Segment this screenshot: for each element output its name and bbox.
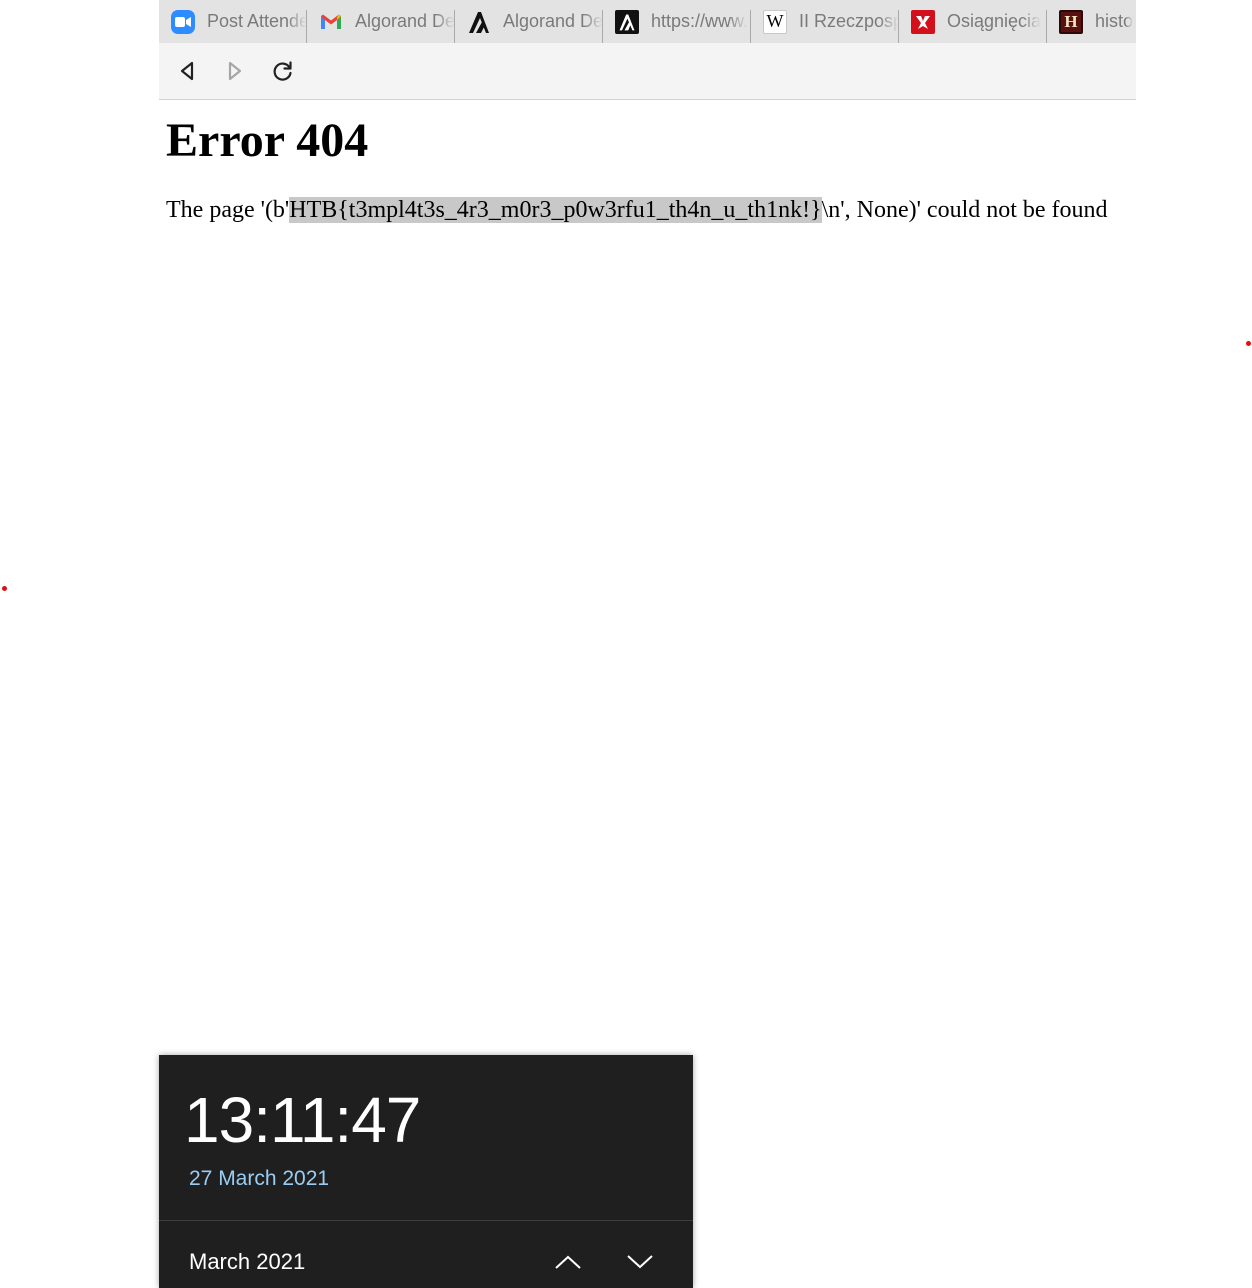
- history-icon: H: [1059, 9, 1083, 34]
- tab-osiagniecia[interactable]: Osiągnięcia: [899, 0, 1047, 43]
- tab-label: Post Attendee: [207, 11, 307, 31]
- tab-algorand[interactable]: Algorand Dev: [455, 0, 603, 43]
- back-icon: [180, 61, 194, 81]
- browser-toolbar: [159, 43, 1136, 100]
- tab-zoom[interactable]: Post Attendee: [159, 0, 307, 43]
- forward-button[interactable]: [221, 57, 249, 85]
- back-button[interactable]: [173, 57, 201, 85]
- zoom-icon: [171, 9, 195, 34]
- flyout-divider: [159, 1220, 693, 1221]
- tab-algorand-url[interactable]: https://www.: [603, 0, 751, 43]
- clock-time: 13:11:47: [184, 1084, 421, 1156]
- tab-label: Algorand Dev: [355, 11, 455, 31]
- chevron-up-icon: [555, 1255, 581, 1269]
- tab-label: Osiągnięcia: [947, 11, 1042, 31]
- osiagniecia-icon: [911, 9, 935, 34]
- clock-date[interactable]: 27 March 2021: [189, 1167, 329, 1191]
- wikipedia-icon: W: [763, 9, 787, 34]
- tab-wikipedia[interactable]: W II Rzeczpospolita: [751, 0, 899, 43]
- clock-flyout: 13:11:47 27 March 2021 March 2021: [159, 1055, 693, 1288]
- tab-bar: Post Attendee Algorand Dev Algorand Dev: [159, 0, 1136, 43]
- next-month-button[interactable]: [625, 1251, 655, 1273]
- error-message-suffix: \n', None)' could not be found: [821, 197, 1108, 223]
- reload-button[interactable]: [269, 57, 297, 85]
- tab-label: https://www.: [651, 11, 749, 31]
- error-message: The page '(b'HTB{t3mpl4t3s_4r3_m0r3_p0w3…: [166, 196, 1166, 224]
- gmail-icon: [319, 10, 343, 34]
- selected-flag-text[interactable]: HTB{t3mpl4t3s_4r3_m0r3_p0w3rfu1_th4n_u_t…: [289, 197, 822, 223]
- tab-gmail[interactable]: Algorand Dev: [307, 0, 455, 43]
- chevron-down-icon: [627, 1255, 653, 1269]
- red-dot-marker: [1246, 341, 1251, 346]
- error-message-prefix: The page '(b': [166, 197, 290, 223]
- tab-label: histo: [1095, 11, 1134, 31]
- previous-month-button[interactable]: [553, 1251, 583, 1273]
- algorand-icon: [467, 10, 491, 34]
- tab-label: Algorand Dev: [503, 11, 603, 31]
- red-dot-marker: [2, 586, 7, 591]
- tab-label: II Rzeczpospolita: [799, 11, 899, 31]
- algorand-icon: [615, 9, 639, 34]
- page-content: Error 404 The page '(b'HTB{t3mpl4t3s_4r3…: [166, 100, 1166, 224]
- calendar-month-label[interactable]: March 2021: [189, 1249, 305, 1275]
- browser-window: Post Attendee Algorand Dev Algorand Dev: [159, 0, 1136, 100]
- reload-icon: [273, 61, 292, 81]
- tab-history[interactable]: H histo: [1047, 0, 1136, 43]
- page-title: Error 404: [166, 114, 369, 167]
- forward-icon: [228, 61, 242, 81]
